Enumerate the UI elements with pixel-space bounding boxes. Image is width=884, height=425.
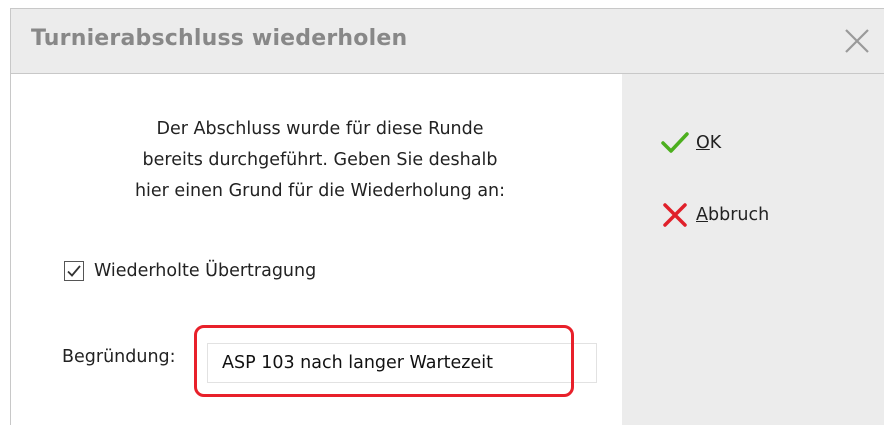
repeat-transfer-label: Wiederholte Übertragung	[94, 261, 317, 281]
repeat-transfer-checkbox-row[interactable]: Wiederholte Übertragung	[64, 258, 316, 284]
message-line-1: Der Abschluss wurde für diese Runde	[156, 119, 484, 139]
reason-label: Begründung:	[62, 347, 176, 367]
reason-input[interactable]	[222, 350, 582, 376]
cancel-button[interactable]: Abbruch	[660, 200, 769, 230]
repeat-transfer-checkbox[interactable]	[64, 261, 84, 281]
instruction-message: Der Abschluss wurde für diese Runde bere…	[60, 114, 580, 207]
button-panel	[622, 74, 884, 425]
dialog-window: Turnierabschluss wiederholen Der Abschlu…	[0, 0, 884, 425]
dialog-left-border	[10, 74, 11, 425]
checkmark-icon	[661, 132, 689, 153]
close-button[interactable]	[838, 22, 876, 60]
cancel-x-icon	[663, 203, 687, 227]
ok-button-label: OK	[696, 133, 722, 153]
message-line-3: hier einen Grund für die Wiederholung an…	[134, 181, 506, 201]
checkbox-checked-icon	[67, 265, 81, 277]
message-line-2: bereits durchgeführt. Geben Sie deshalb	[142, 150, 498, 170]
title-bar: Turnierabschluss wiederholen	[10, 8, 884, 74]
close-icon	[845, 29, 869, 53]
ok-button[interactable]: OK	[660, 128, 721, 158]
cancel-button-label: Abbruch	[696, 205, 770, 225]
reason-field-frame	[207, 343, 597, 383]
dialog-title: Turnierabschluss wiederholen	[31, 26, 408, 51]
